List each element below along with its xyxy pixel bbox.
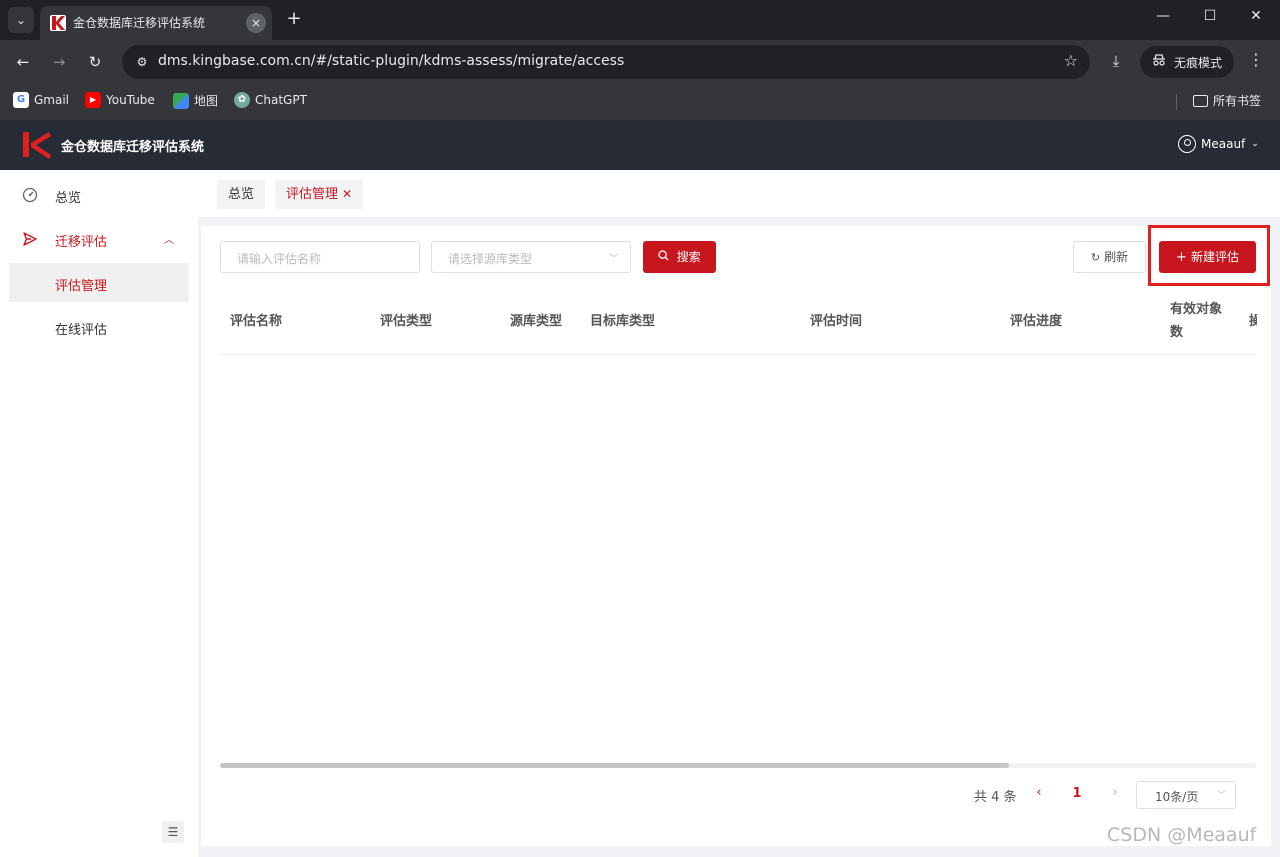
maximize-icon[interactable]: ☐ — [1197, 8, 1223, 24]
all-bookmarks-button[interactable]: 所有书签 — [1193, 92, 1261, 112]
search-icon — [658, 250, 673, 264]
new-tab-icon[interactable]: + — [282, 8, 306, 32]
page-size-select[interactable]: 10条/页 ﹀ — [1136, 781, 1236, 809]
incognito-button[interactable]: 无痕模式 — [1140, 46, 1234, 78]
forward-icon[interactable]: → — [47, 50, 71, 74]
sidebar: 总览 迁移评估 ︿ 评估管理 在线评估 ☰ — [0, 170, 198, 857]
column-header-target-type: 目标库类型 — [590, 314, 656, 329]
dashboard-icon — [22, 187, 38, 203]
site-info-icon[interactable]: ⚙ — [130, 50, 154, 74]
bookmark-star-icon[interactable]: ☆ — [1064, 51, 1078, 70]
watermark: CSDN @Meaauf — [1107, 824, 1257, 846]
user-avatar-icon — [1178, 135, 1196, 153]
horizontal-scrollbar-thumb[interactable] — [220, 763, 1009, 768]
sidebar-item-migrate-assess[interactable]: 迁移评估 ︿ — [0, 217, 198, 261]
folder-icon — [1193, 94, 1208, 107]
tags-bar: 总览 评估管理 ✕ — [198, 170, 1280, 217]
incognito-label: 无痕模式 — [1174, 56, 1223, 70]
column-header-assess-progress: 评估进度 — [1010, 314, 1063, 329]
chevron-up-icon: ︿ — [164, 235, 174, 246]
app-header: 金仓数据库迁移评估系统 Meaauf ⌄ — [0, 120, 1280, 170]
more-menu-icon[interactable]: ⋮ — [1246, 50, 1266, 69]
reload-icon[interactable]: ↻ — [83, 50, 107, 74]
tag-assess-manage[interactable]: 评估管理 ✕ — [275, 180, 364, 209]
url-text[interactable]: dms.kingbase.com.cn/#/static-plugin/kdms… — [158, 53, 624, 69]
next-page-icon[interactable]: › — [1107, 785, 1123, 800]
send-icon — [22, 231, 38, 247]
maps-icon — [173, 92, 189, 109]
chevron-down-icon: ﹀ — [609, 254, 619, 265]
bookmarks-divider — [1176, 94, 1177, 110]
tab-close-icon[interactable]: × — [246, 13, 266, 33]
bookmark-maps[interactable]: 地图 — [173, 92, 218, 112]
tag-overview[interactable]: 总览 — [217, 180, 266, 209]
app-title: 金仓数据库迁移评估系统 — [61, 140, 205, 155]
bookmarks-bar: G Gmail ▶ YouTube 地图 ✿ ChatGPT 所有书签 — [0, 84, 1280, 120]
window-close-icon[interactable]: ✕ — [1243, 8, 1269, 24]
browser-tab[interactable]: 金仓数据库迁移评估系统 × — [40, 6, 272, 40]
minimize-icon[interactable]: — — [1150, 8, 1176, 24]
sidebar-item-online-assess[interactable]: 在线评估 — [9, 307, 189, 346]
table-header-divider — [220, 354, 1256, 355]
source-type-select[interactable]: 请选择源库类型 ﹀ — [431, 241, 631, 273]
main-content: 请输入评估名称 请选择源库类型 ﹀ 搜索 ↻ 刷新 + 新建评估 评估名称 评估类型… — [201, 226, 1271, 846]
tab-search-icon[interactable]: ⌄ — [8, 7, 34, 33]
pagination-total: 共 4 条 — [974, 790, 1017, 805]
user-menu[interactable]: Meaauf ⌄ — [1178, 135, 1259, 153]
collapse-sidebar-icon[interactable]: ☰ — [162, 821, 184, 843]
youtube-icon: ▶ — [85, 92, 101, 108]
column-header-source-type: 源库类型 — [510, 314, 563, 329]
browser-tab-bar: ⌄ 金仓数据库迁移评估系统 × + — ☐ ✕ — [0, 0, 1280, 40]
chevron-down-icon: ﹀ — [1216, 791, 1226, 801]
back-icon[interactable]: ← — [11, 50, 35, 74]
refresh-button[interactable]: ↻ 刷新 — [1073, 241, 1146, 273]
close-icon[interactable]: ✕ — [342, 187, 352, 201]
column-header-actions: 操 — [1249, 314, 1257, 329]
chatgpt-icon: ✿ — [234, 92, 250, 108]
tab-title: 金仓数据库迁移评估系统 — [73, 16, 206, 30]
incognito-icon — [1152, 53, 1166, 71]
assess-name-input[interactable]: 请输入评估名称 — [220, 241, 420, 273]
sidebar-item-assess-manage[interactable]: 评估管理 — [9, 263, 189, 302]
browser-toolbar: ← → ↻ ⚙ dms.kingbase.com.cn/#/static-plu… — [0, 40, 1280, 84]
chevron-down-icon: ⌄ — [1251, 139, 1259, 149]
prev-page-icon[interactable]: ‹ — [1031, 785, 1047, 800]
search-button[interactable]: 搜索 — [643, 241, 716, 273]
column-header-valid-objects: 有效对象数 — [1170, 302, 1223, 340]
bookmark-gmail[interactable]: G Gmail — [13, 92, 69, 112]
sidebar-item-overview[interactable]: 总览 — [0, 173, 198, 217]
highlight-annotation-box — [1148, 225, 1270, 286]
kingbase-logo-icon — [20, 129, 54, 161]
page-number-current[interactable]: 1 — [1069, 786, 1085, 801]
bookmark-chatgpt[interactable]: ✿ ChatGPT — [234, 92, 307, 112]
google-icon: G — [13, 92, 29, 108]
bookmark-youtube[interactable]: ▶ YouTube — [85, 92, 155, 112]
column-header-assess-type: 评估类型 — [380, 314, 433, 329]
column-header-assess-time: 评估时间 — [810, 314, 863, 329]
refresh-icon: ↻ — [1090, 251, 1101, 264]
column-header-assess-name: 评估名称 — [230, 314, 283, 329]
user-name: Meaauf — [1201, 137, 1246, 151]
address-bar[interactable]: ⚙ dms.kingbase.com.cn/#/static-plugin/kd… — [122, 45, 1090, 79]
kingbase-favicon-icon — [50, 15, 66, 31]
download-icon[interactable]: ⤓ — [1104, 52, 1128, 76]
